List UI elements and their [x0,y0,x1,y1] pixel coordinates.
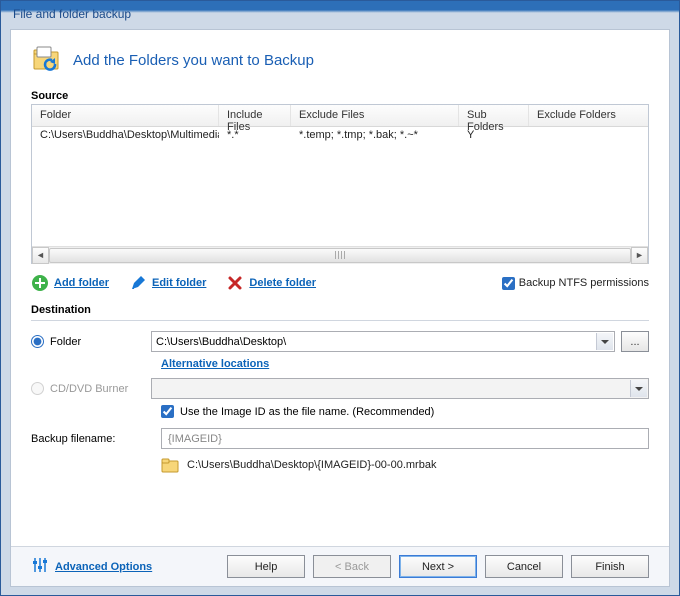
cell-include: *.* [219,127,291,145]
table-body: C:\Users\Buddha\Desktop\Multimedia\ *.* … [32,127,648,145]
browse-button[interactable]: ... [621,331,649,352]
plus-icon [31,274,49,292]
folder-path-value: C:\Users\Buddha\Desktop\ [156,336,286,348]
sliders-icon [31,556,49,577]
folder-radio[interactable]: Folder [31,335,141,348]
result-path-text: C:\Users\Buddha\Desktop\{IMAGEID}-00-00.… [187,459,436,471]
horizontal-scrollbar[interactable]: ◄ ► [32,246,648,263]
help-button[interactable]: Help [227,555,305,578]
next-button[interactable]: Next > [399,555,477,578]
add-folder-button[interactable]: Add folder [31,274,109,292]
col-exclude[interactable]: Exclude Files [291,105,459,126]
folder-path-combo[interactable]: C:\Users\Buddha\Desktop\ [151,331,615,352]
col-include[interactable]: Include Files [219,105,291,126]
source-table: Folder Include Files Exclude Files Sub F… [31,104,649,264]
destination-body: Folder C:\Users\Buddha\Desktop\ ... Alte… [11,323,669,473]
advanced-options-label: Advanced Options [55,561,152,573]
source-label: Source [11,86,669,104]
use-imageid-checkbox[interactable]: Use the Image ID as the file name. (Reco… [161,405,434,418]
cell-folder: C:\Users\Buddha\Desktop\Multimedia\ [32,127,219,145]
delete-x-icon [226,274,244,292]
destination-label: Destination [11,300,669,318]
edit-folder-label: Edit folder [152,277,206,289]
client-area: Add the Folders you want to Backup Sourc… [10,29,670,587]
page-heading: Add the Folders you want to Backup [73,52,314,69]
scroll-left-icon[interactable]: ◄ [32,247,49,264]
cell-exclude-folders [529,127,648,145]
chevron-down-icon [630,380,647,397]
pencil-icon [129,274,147,292]
folder-backup-icon [31,44,63,76]
edit-folder-button[interactable]: Edit folder [129,274,206,292]
cd-dvd-radio[interactable]: CD/DVD Burner [31,382,141,395]
divider [31,320,649,321]
source-actions: Add folder Edit folder Delete folder Bac… [31,274,649,292]
cd-dvd-combo [151,378,649,399]
chevron-down-icon[interactable] [596,333,613,350]
cell-subfolders: Y [459,127,529,145]
back-button: < Back [313,555,391,578]
scroll-thumb[interactable] [49,248,631,263]
backup-filename-label: Backup filename: [31,433,161,445]
footer: Advanced Options Help < Back Next > Canc… [11,546,669,586]
cancel-button[interactable]: Cancel [485,555,563,578]
backup-ntfs-checkbox[interactable]: Backup NTFS permissions [502,277,649,290]
add-folder-label: Add folder [54,277,109,289]
cd-dvd-radio-input[interactable] [31,382,44,395]
folder-radio-input[interactable] [31,335,44,348]
backup-filename-input[interactable] [161,428,649,449]
cd-dvd-radio-label: CD/DVD Burner [50,383,128,395]
result-path-row: C:\Users\Buddha\Desktop\{IMAGEID}-00-00.… [161,457,649,473]
ntfs-checkbox-label: Backup NTFS permissions [519,277,649,289]
folder-radio-label: Folder [50,336,81,348]
table-header: Folder Include Files Exclude Files Sub F… [32,105,648,127]
finish-button[interactable]: Finish [571,555,649,578]
folder-icon [161,457,179,473]
table-row[interactable]: C:\Users\Buddha\Desktop\Multimedia\ *.* … [32,127,648,145]
col-subfolders[interactable]: Sub Folders [459,105,529,126]
header: Add the Folders you want to Backup [11,30,669,86]
window-title: File and folder backup [1,1,679,29]
delete-folder-label: Delete folder [249,277,316,289]
col-exclude-folders[interactable]: Exclude Folders [529,105,648,126]
alternative-locations-link[interactable]: Alternative locations [161,358,269,370]
col-folder[interactable]: Folder [32,105,219,126]
delete-folder-button[interactable]: Delete folder [226,274,316,292]
scroll-right-icon[interactable]: ► [631,247,648,264]
cell-exclude: *.temp; *.tmp; *.bak; *.~* [291,127,459,145]
window: File and folder backup Add the Folders y… [0,0,680,596]
scroll-track[interactable] [49,247,631,264]
use-imageid-label: Use the Image ID as the file name. (Reco… [180,406,434,418]
use-imageid-input[interactable] [161,405,174,418]
ntfs-checkbox-input[interactable] [502,277,515,290]
advanced-options-link[interactable]: Advanced Options [31,556,152,577]
